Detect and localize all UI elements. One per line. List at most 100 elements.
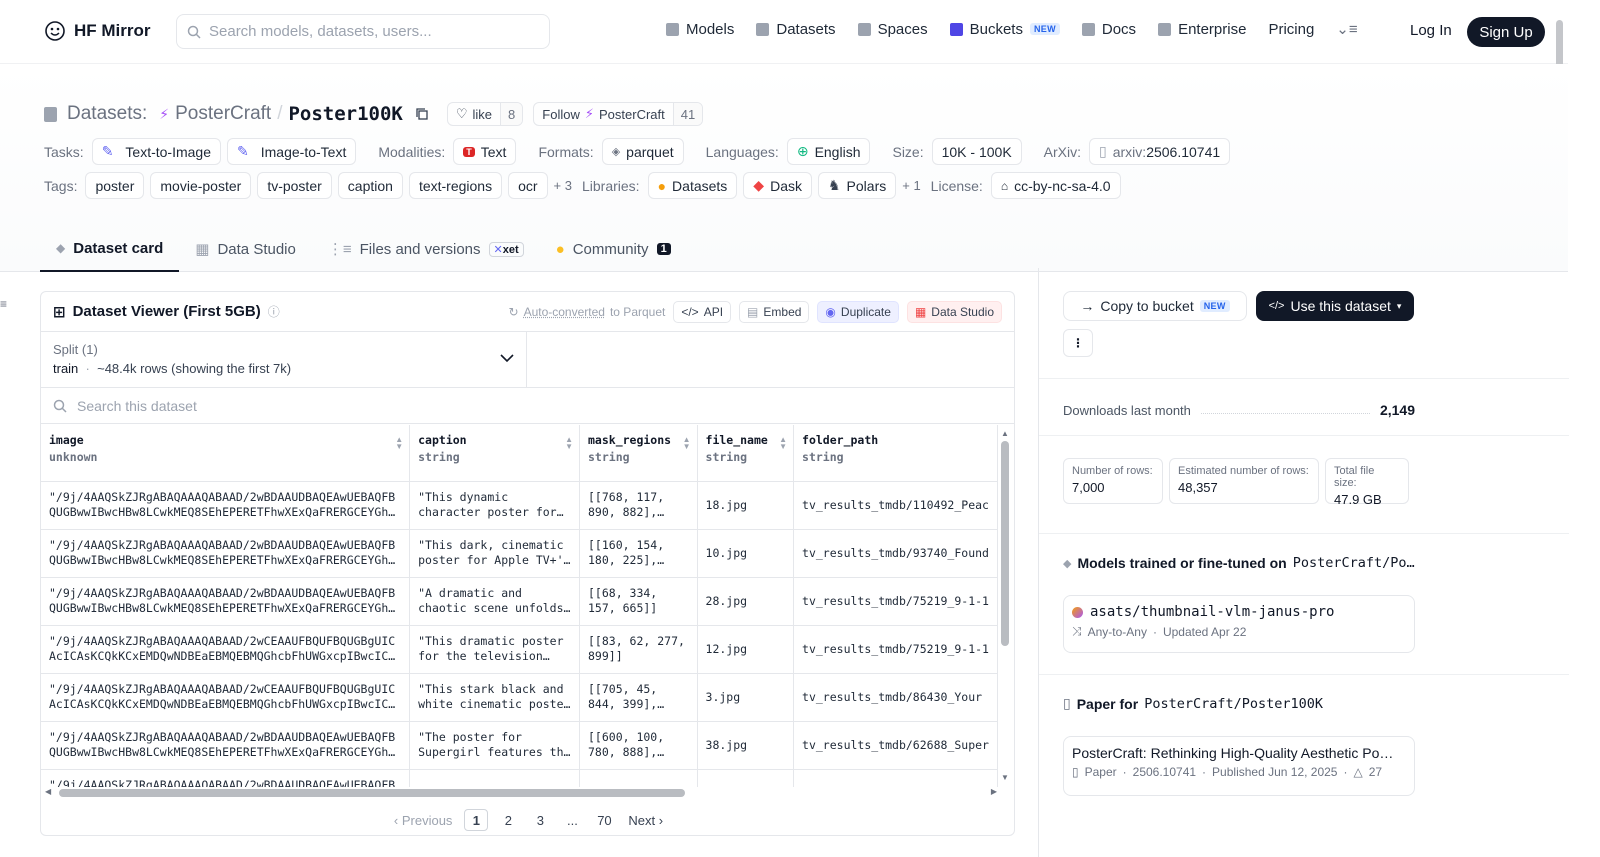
table-cell-file[interactable]: 28.jpg [697, 577, 795, 626]
language-chip[interactable]: ⊕ English [786, 138, 871, 165]
table-cell-folder[interactable]: tv_results_tmdb/110492_Peac [793, 481, 998, 530]
libraries-more[interactable]: + 1 [902, 178, 920, 193]
tags-more[interactable]: + 3 [554, 178, 572, 193]
table-cell-mask[interactable]: [[768, 117, 890, 882],… [579, 481, 698, 530]
table-cell-file[interactable] [697, 769, 795, 787]
tab-files[interactable]: ⋮≡ Files and versions ✕xet [312, 226, 540, 272]
table-cell-caption[interactable]: "This stark black and white cinematic po… [409, 673, 580, 722]
table-cell-image[interactable]: "/9j/4AAQSkZJRgABAQAAAQABAAD/2wCEAAUFBQU… [41, 673, 411, 722]
info-icon[interactable]: ⓘ [268, 303, 280, 320]
embed-button[interactable]: ▤ Embed [739, 300, 810, 323]
table-cell-image[interactable]: "/9j/4AAQSkZJRgABAQAAAQABAAD/2wBDAAUDBAQ… [41, 577, 411, 626]
sort-icon[interactable]: ▲ ▼ [683, 436, 691, 451]
table-cell-image[interactable]: "/9j/4AAQSkZJRgABAQAAAQABAAD/2wBDAAUDBAQ… [41, 481, 411, 530]
table-cell-caption[interactable]: "This dark, cinematic poster for Apple T… [409, 529, 580, 578]
table-cell-folder[interactable]: tv_results_tmdb/62688_Super [793, 721, 998, 770]
table-cell-file[interactable]: 18.jpg [697, 481, 795, 530]
license-chip[interactable]: ⌂ cc-by-nc-sa-4.0 [990, 172, 1121, 199]
table-cell-file[interactable]: 10.jpg [697, 529, 795, 578]
repo-name[interactable]: Poster100K [288, 103, 402, 125]
arxiv-chip[interactable]: ▯ arxiv: 2506.10741 [1089, 138, 1231, 165]
library-chip[interactable]: ● Datasets [647, 172, 738, 199]
tag-chip[interactable]: caption [337, 172, 403, 199]
tag-chip[interactable]: tv-poster [257, 172, 332, 199]
dataset-search[interactable] [41, 388, 1014, 424]
page-button[interactable]: 3 [528, 809, 552, 831]
split-select[interactable]: Split (1) train · ~48.4k rows (showing t… [41, 332, 527, 387]
tag-chip[interactable]: ocr [508, 172, 548, 199]
global-search-input[interactable] [209, 23, 529, 40]
format-chip[interactable]: ◈ parquet [601, 138, 684, 165]
column-header-caption[interactable]: caption string ▲ ▼ [409, 425, 580, 482]
logo[interactable]: HF Mirror [44, 20, 151, 42]
nav-link-spaces[interactable]: Spaces [857, 21, 928, 38]
previous-page-button[interactable]: ‹ Previous [390, 809, 457, 831]
table-row[interactable]: "/9j/4AAQSkZJRgABAQAAAQABAAD/2wBDAAUDBAQ… [41, 529, 998, 578]
nav-link-pricing[interactable]: Pricing [1268, 21, 1314, 38]
dataset-search-input[interactable] [77, 397, 677, 414]
page-button[interactable]: 2 [496, 809, 520, 831]
api-button[interactable]: </> API [673, 300, 732, 323]
table-cell-image[interactable]: "/9j/4AAQSkZJRgABAQAAAQABAAD/2wBDAAUDBAQ… [41, 721, 411, 770]
nav-link-docs[interactable]: Docs [1081, 21, 1136, 38]
org-name[interactable]: PosterCraft [175, 103, 271, 125]
table-cell-mask[interactable]: [[160, 154, 180, 225],… [579, 529, 698, 578]
table-cell-image[interactable]: "/9j/4AAQSkZJRgABAQAAAQABAAD/2wBDAAUDBAQ… [41, 529, 411, 578]
scroll-thumb[interactable] [59, 789, 685, 797]
table-row[interactable]: "/9j/4AAQSkZJRgABAQAAAQABAAD/2wBDAAUDBAQ… [41, 769, 998, 787]
model-card[interactable]: asats/thumbnail-vlm-janus-pro ⤨ Any-to-An… [1063, 595, 1415, 653]
table-cell-mask[interactable]: [[600, 100, 780, 888],… [579, 721, 698, 770]
nav-link-datasets[interactable]: Datasets [756, 21, 836, 38]
duplicate-button[interactable]: ◉ Duplicate [817, 300, 899, 323]
column-header-mask-regions[interactable]: mask_regions string ▲ ▼ [579, 425, 698, 482]
datasets-label[interactable]: Datasets: [67, 103, 147, 125]
tab-dataset-card[interactable]: ◆ Dataset card [40, 226, 180, 272]
copy-to-bucket-button[interactable]: → Copy to bucket NEW [1063, 291, 1247, 321]
size-chip[interactable]: 10K - 100K [931, 138, 1022, 165]
table-cell-folder[interactable]: tv_results_tmdb/93740_Found [793, 529, 998, 578]
table-row[interactable]: "/9j/4AAQSkZJRgABAQAAAQABAAD/2wCEAAUFBQU… [41, 625, 998, 674]
paper-card[interactable]: PosterCraft: Rethinking High-Quality Aes… [1063, 736, 1415, 796]
use-dataset-button[interactable]: </> Use this dataset ▾ [1256, 291, 1414, 321]
tag-chip[interactable]: movie-poster [150, 172, 252, 199]
tag-chip[interactable]: poster [85, 172, 145, 199]
nav-link-buckets[interactable]: Buckets NEW [949, 21, 1060, 38]
tag-chip[interactable]: text-regions [408, 172, 503, 199]
table-cell-caption[interactable]: "This dynamic character poster for… [409, 481, 580, 530]
column-header-folder-path[interactable]: folder_path string [793, 425, 998, 482]
side-toc-icon[interactable]: ≡ [0, 297, 7, 311]
sort-icon[interactable]: ▲ ▼ [779, 436, 787, 451]
library-chip[interactable]: ♞ Polars [817, 172, 897, 199]
nav-link-models[interactable]: Models [666, 21, 734, 38]
table-cell-file[interactable]: 38.jpg [697, 721, 795, 770]
table-cell-folder[interactable]: tv_results_tmdb/75219_9-1-1 [793, 625, 998, 674]
table-cell-folder[interactable]: tv_results_tmdb/88396_The_F [793, 769, 998, 787]
table-cell-mask[interactable]: [[705, 45, 844, 399],… [579, 673, 698, 722]
table-cell-file[interactable]: 3.jpg [697, 673, 795, 722]
table-cell-folder[interactable]: tv_results_tmdb/75219_9-1-1 [793, 577, 998, 626]
column-header-file-name[interactable]: file_name string ▲ ▼ [697, 425, 795, 482]
page-button[interactable]: 70 [592, 809, 616, 831]
nav-link-enterprise[interactable]: Enterprise [1158, 21, 1246, 38]
follow-button[interactable]: Follow ⚡ PosterCraft 41 [533, 102, 704, 126]
table-row[interactable]: "/9j/4AAQSkZJRgABAQAAAQABAAD/2wBDAAUDBAQ… [41, 577, 998, 626]
table-cell-mask[interactable]: [[83, 62, 277, 899]] [579, 625, 698, 674]
sort-icon[interactable]: ▲ ▼ [565, 436, 573, 451]
sort-icon[interactable]: ▲ ▼ [395, 436, 403, 451]
next-page-button[interactable]: Next › [624, 809, 667, 831]
table-cell-caption[interactable]: "The poster for Supergirl features th… [409, 721, 580, 770]
table-cell-file[interactable]: 12.jpg [697, 625, 795, 674]
table-cell-mask[interactable]: "[[700, 370, [579, 769, 698, 787]
table-vertical-scrollbar[interactable]: ▲ ▼ [999, 429, 1011, 782]
table-cell-mask[interactable]: [[68, 334, 157, 665]] [579, 577, 698, 626]
tab-data-studio[interactable]: ▦ Data Studio [179, 226, 312, 272]
table-row[interactable]: "/9j/4AAQSkZJRgABAQAAAQABAAD/2wBDAAUDBAQ… [41, 481, 998, 530]
more-options-button[interactable]: ⋮ [1063, 329, 1093, 357]
table-horizontal-scrollbar[interactable]: ◀ ▶ [45, 787, 997, 799]
global-search[interactable] [176, 14, 550, 49]
auto-converted-link[interactable]: Auto-converted [524, 305, 605, 319]
table-row[interactable]: "/9j/4AAQSkZJRgABAQAAAQABAAD/2wCEAAUFBQU… [41, 673, 998, 722]
signup-button[interactable]: Sign Up [1467, 17, 1545, 47]
tab-community[interactable]: ● Community 1 [540, 226, 687, 272]
task-chip[interactable]: ✎ Text-to-Image [91, 138, 222, 165]
